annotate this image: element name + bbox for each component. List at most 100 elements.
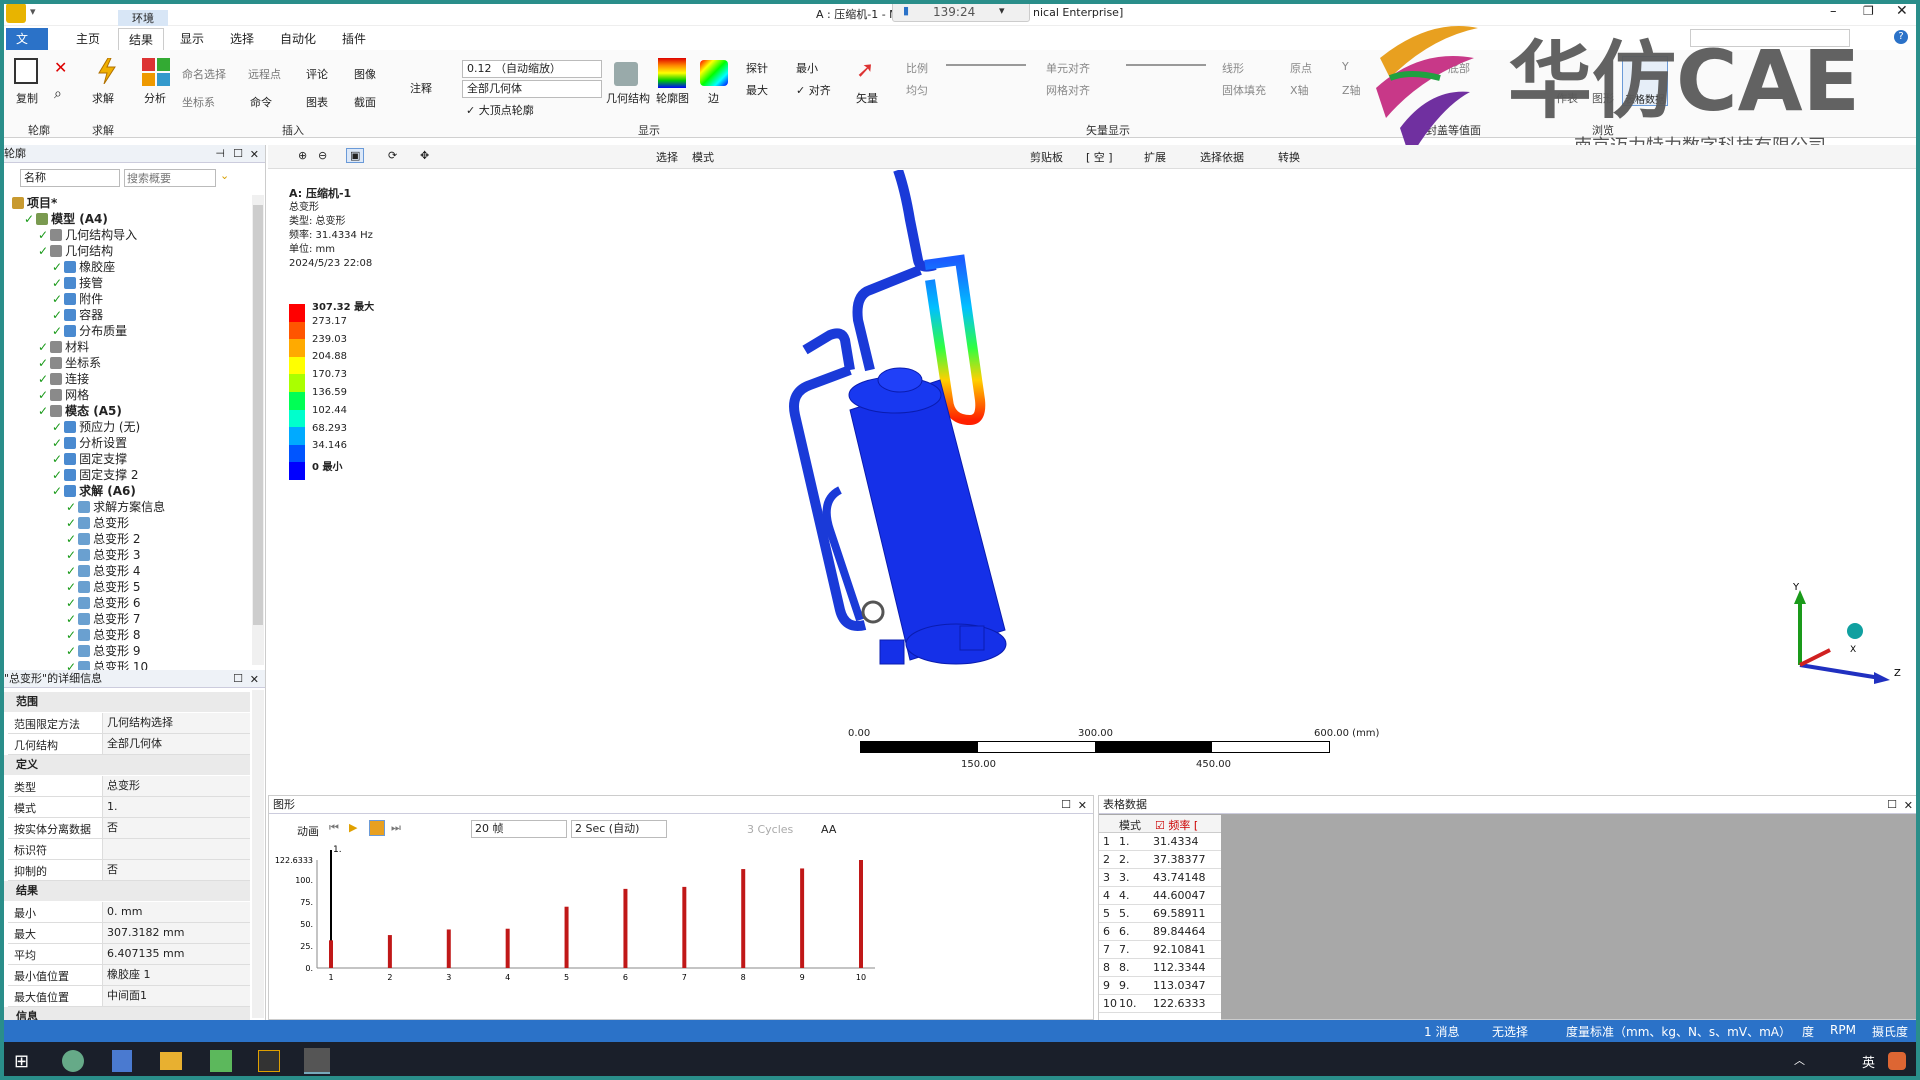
command-button[interactable]: 命令	[250, 94, 272, 110]
tree-item[interactable]: ✓ 总变形 6	[66, 595, 141, 611]
axis-triad[interactable]: Y Z X	[1770, 580, 1910, 690]
y-axis-button[interactable]: Y	[1342, 60, 1349, 73]
x-axis-button[interactable]: X轴	[1290, 82, 1309, 98]
delete-icon[interactable]: ✕	[54, 58, 67, 77]
tree-item[interactable]: ✓ 固定支撑	[52, 451, 127, 467]
annotation-button[interactable]: 注释	[410, 80, 432, 96]
ratio-button[interactable]: 比例	[906, 60, 928, 76]
pin-icon[interactable]: ⊣	[215, 145, 225, 163]
details-section-header[interactable]: 定义	[4, 755, 250, 775]
details-row[interactable]: 平均 6.407135 mm	[8, 944, 250, 965]
maximize-icon[interactable]: ☐	[1887, 796, 1897, 814]
calculator-icon[interactable]	[112, 1050, 132, 1072]
mesh-align-button[interactable]: 网格对齐	[1046, 82, 1090, 98]
z-axis-button[interactable]: Z轴	[1342, 82, 1361, 98]
table-row[interactable]: 9 9. 113.0347	[1099, 977, 1221, 995]
clipboard-button[interactable]: 剪贴板	[1030, 149, 1063, 165]
tree-item[interactable]: ✓ 总变形 5	[66, 579, 141, 595]
temp-unit[interactable]: 摄氏度	[1872, 1023, 1908, 1040]
tree-item[interactable]: ✓ 总变形 2	[66, 531, 141, 547]
solve-icon[interactable]	[96, 57, 118, 85]
qat[interactable]: ▾	[30, 5, 36, 18]
table-row[interactable]: 10 10. 122.6333	[1099, 995, 1221, 1013]
pan-icon[interactable]: ✥	[420, 149, 429, 162]
tree-item[interactable]: ✓ 分析设置	[52, 435, 127, 451]
graphics-viewport[interactable]	[268, 145, 1920, 793]
min-button[interactable]: 最小	[796, 60, 818, 76]
mode-button[interactable]: 模式	[692, 149, 714, 165]
p-app-icon[interactable]	[210, 1050, 232, 1072]
named-selection-button[interactable]: 命名选择	[182, 66, 226, 82]
details-value[interactable]: 307.3182 mm	[102, 923, 250, 943]
edges-icon[interactable]	[700, 60, 728, 86]
tree-item[interactable]: ✓ 橡胶座	[52, 259, 115, 275]
details-row[interactable]: 几何结构 全部几何体	[8, 734, 250, 755]
convert-button[interactable]: 转换	[1278, 149, 1300, 165]
outline-search-input[interactable]	[124, 169, 216, 187]
ime-indicator[interactable]: 英	[1862, 1052, 1875, 1071]
probe-button[interactable]: 探针	[746, 60, 768, 76]
details-value[interactable]: 6.407135 mm	[102, 944, 250, 964]
tree-item[interactable]: ✓ 模型 (A4)	[24, 211, 108, 227]
panel-close-icon[interactable]: ✕	[250, 671, 259, 689]
chevron-down-icon[interactable]: ▾	[999, 4, 1005, 17]
empty-selection[interactable]: [ 空 ]	[1086, 149, 1113, 165]
tree-item[interactable]: ✓ 模态 (A5)	[38, 403, 122, 419]
tree-item[interactable]: ✓ 总变形 9	[66, 643, 141, 659]
scrollbar-thumb[interactable]	[253, 205, 263, 625]
tab-automation[interactable]: 自动化	[270, 28, 326, 50]
messages-status[interactable]: 1 消息	[1424, 1023, 1459, 1040]
close-icon[interactable]: ✕	[1896, 3, 1908, 19]
copy-icon[interactable]	[14, 58, 38, 84]
details-row[interactable]: 范围限定方法 几何结构选择	[8, 713, 250, 734]
solid-fill-button[interactable]: 固体填充	[1222, 82, 1266, 98]
vector-button[interactable]: 矢量	[856, 90, 878, 106]
section-button[interactable]: 截面	[354, 94, 376, 110]
details-value[interactable]: 全部几何体	[102, 734, 250, 754]
details-row[interactable]: 最大值位置 中间面1	[8, 986, 250, 1007]
details-row[interactable]: 抑制的 否	[8, 860, 250, 881]
tree-item[interactable]: ✓ 几何结构	[38, 243, 113, 259]
panel-close-icon[interactable]: ✕	[250, 146, 259, 164]
stop-icon[interactable]	[369, 820, 385, 836]
select-button[interactable]: 选择	[656, 149, 678, 165]
zoom-out-icon[interactable]: ⊖	[318, 149, 327, 162]
tree-item[interactable]: ✓ 坐标系	[38, 355, 101, 371]
geometry-dropdown[interactable]: 全部几何体	[462, 80, 602, 98]
tree-item[interactable]: ✓ 接管	[52, 275, 103, 291]
details-value[interactable]: 否	[102, 860, 250, 880]
tab-results[interactable]: 结果	[118, 28, 165, 50]
tree-item[interactable]: ✓ 总变形 4	[66, 563, 141, 579]
tree-item[interactable]: ✓ 分布质量	[52, 323, 127, 339]
vector-slider-2[interactable]	[1126, 64, 1206, 66]
tree-item[interactable]: ✓ 总变形 8	[66, 627, 141, 643]
origin-button[interactable]: 原点	[1290, 60, 1312, 76]
solve-button[interactable]: 求解	[92, 90, 114, 106]
tree-item[interactable]: ✓ 总变形 7	[66, 611, 141, 627]
windows-icon[interactable]: ⊞	[14, 1051, 29, 1072]
details-row[interactable]: 最小值位置 橡胶座 1	[8, 965, 250, 986]
tree-item[interactable]: ✓ 材料	[38, 339, 89, 355]
table-row[interactable]: 5 5. 69.58911	[1099, 905, 1221, 923]
tray-app-icon[interactable]	[1888, 1052, 1906, 1070]
maximize-icon[interactable]: ☐	[233, 670, 243, 688]
tree-item[interactable]: ✓ 总变形	[66, 515, 129, 531]
details-value[interactable]: 总变形	[102, 776, 250, 796]
details-row[interactable]: 最大 307.3182 mm	[8, 923, 250, 944]
details-value[interactable]: 橡胶座 1	[102, 965, 250, 985]
folder-icon[interactable]	[160, 1052, 182, 1070]
table-row[interactable]: 8 8. 112.3344	[1099, 959, 1221, 977]
details-row[interactable]: 按实体分离数据否	[8, 818, 250, 839]
geometry-icon[interactable]	[614, 62, 638, 86]
tree-item[interactable]: ✓ 总变形 3	[66, 547, 141, 563]
uniform-button[interactable]: 均匀	[906, 82, 928, 98]
chart-button[interactable]: 图表	[306, 94, 328, 110]
tree-item[interactable]: ✓ 固定支撑 2	[52, 467, 139, 483]
details-scrollbar[interactable]	[252, 690, 264, 1018]
tab-home[interactable]: 主页	[66, 28, 110, 50]
rotate-icon[interactable]: ⟳	[388, 149, 397, 162]
details-section-header[interactable]: 结果	[4, 881, 250, 901]
extend-button[interactable]: 扩展	[1144, 149, 1166, 165]
contour-icon[interactable]	[658, 58, 686, 88]
details-value[interactable]: 几何结构选择	[102, 713, 250, 733]
